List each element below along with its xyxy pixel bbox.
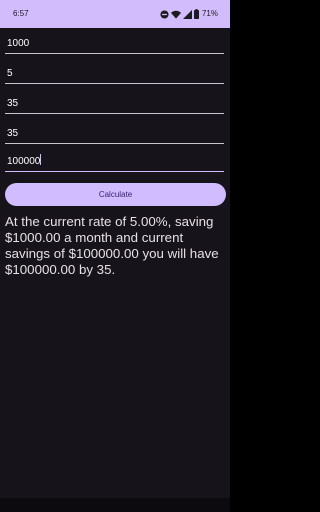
field-value: 35 [7, 98, 19, 109]
status-time: 6:57 [13, 9, 29, 18]
monthly-savings-field[interactable]: 1000 [5, 34, 224, 54]
interest-rate-field[interactable]: 5 [5, 64, 224, 84]
field-underline [5, 171, 224, 172]
battery-percent: 71% [201, 9, 218, 18]
field-value: 100000 [7, 156, 41, 167]
field-value: 1000 [7, 38, 30, 49]
current-savings-field[interactable]: 100000 [5, 152, 224, 172]
signal-icon [182, 9, 192, 19]
target-age-field[interactable]: 35 [5, 124, 224, 144]
navigation-bar-area [0, 498, 230, 512]
field-value: 35 [7, 128, 19, 139]
field-underline [5, 53, 224, 54]
text-caret [40, 154, 42, 165]
wifi-icon [170, 10, 181, 19]
result-text: At the current rate of 5.00%, saving $10… [5, 214, 219, 277]
do-not-disturb-icon [160, 9, 169, 19]
field-value: 5 [7, 68, 13, 79]
field-value-wrapper: 100000 [7, 154, 42, 168]
field-underline [5, 83, 224, 84]
app-screen: 6:57 71% 1000 5 35 35 100000 Calculate A… [0, 0, 230, 512]
status-icons: 71% [160, 8, 218, 20]
status-bar: 6:57 71% [0, 0, 230, 28]
battery-icon [193, 9, 199, 19]
field-underline [5, 143, 224, 144]
calculate-button[interactable]: Calculate [5, 183, 226, 206]
field-underline [5, 113, 224, 114]
current-age-field[interactable]: 35 [5, 94, 224, 114]
